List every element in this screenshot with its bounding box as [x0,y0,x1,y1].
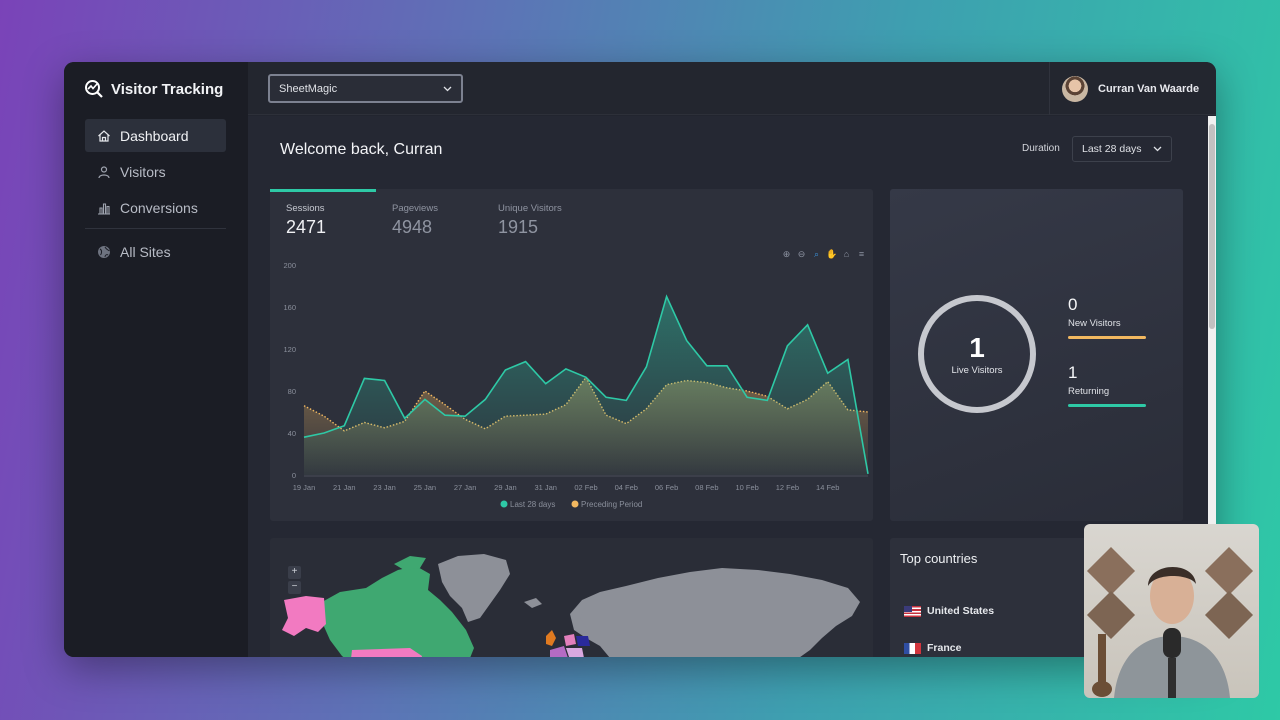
x-tick-label: 21 Jan [333,483,356,492]
globe-icon [98,245,110,258]
live-visitors-panel: 1 Live Visitors 0 New Visitors 1 Returni… [890,189,1183,521]
country-row[interactable]: United States [904,605,994,617]
user-menu[interactable]: Curran Van Waarde [1049,62,1216,115]
new-visitors-bar [1068,336,1146,339]
app-window: Visitor Tracking Dashboard Visitors Conv… [64,62,1216,657]
top-bar: SheetMagic Curran Van Waarde [248,62,1216,115]
series-area-last-28-days [304,296,868,475]
map-central-europe [566,648,584,657]
live-visitors-ring: 1 Live Visitors [918,295,1036,413]
world-map-panel: + − [270,538,873,657]
duration-value: Last 28 days [1082,143,1142,155]
x-tick-label: 23 Jan [373,483,396,492]
x-tick-label: 25 Jan [414,483,437,492]
bar-chart-icon [98,202,110,215]
presenter-video [1086,546,1254,698]
us-flag-icon [904,605,921,617]
map-poland [576,636,590,646]
avatar [1062,75,1088,102]
map-alaska [282,596,326,636]
brand-title: Visitor Tracking [111,80,224,98]
analytics-logo-icon [85,80,103,98]
legend-marker [500,500,508,508]
map-eurasia [570,568,860,657]
sidebar-item-label: Conversions [120,199,198,216]
country-name: France [927,642,962,654]
map-canadian-islands [394,556,426,570]
sidebar-item-dashboard[interactable]: Dashboard [85,119,226,152]
presenter-webcam-overlay [1084,524,1259,698]
legend-marker [571,500,579,508]
y-tick-label: 0 [292,471,296,480]
x-tick-label: 06 Feb [655,483,678,492]
map-zoom-out-button[interactable]: − [288,581,301,594]
world-map [282,554,860,657]
site-select[interactable]: SheetMagic [268,74,463,103]
x-tick-label: 10 Feb [735,483,758,492]
returning-visitors-stat: 1 Returning [1068,363,1146,407]
site-select-value: SheetMagic [279,82,338,95]
y-tick-label: 120 [283,345,296,354]
map-uk [546,630,556,646]
map-france [550,646,568,657]
brand[interactable]: Visitor Tracking [84,79,223,99]
new-visitors-stat: 0 New Visitors [1068,295,1146,339]
legend-label[interactable]: Last 28 days [510,500,555,509]
map-zoom-in-button[interactable]: + [288,566,301,579]
home-icon [98,129,110,142]
x-tick-label: 31 Jan [534,483,557,492]
returning-visitors-label: Returning [1068,386,1110,397]
user-name: Curran Van Waarde [1098,82,1200,95]
x-tick-label: 04 Feb [615,483,638,492]
returning-visitors-count: 1 [1068,363,1078,382]
sessions-area-chart: 0 40 80 120 160 200 19 Jan 21 Jan 23 Jan 25 Jan 2… [283,261,869,509]
chevron-down-icon [1153,146,1162,152]
scrollbar-thumb[interactable] [1209,124,1215,329]
map-germany [564,634,576,646]
x-tick-label: 02 Feb [574,483,597,492]
legend-label[interactable]: Preceding Period [581,500,642,509]
returning-visitors-bar [1068,404,1146,407]
sidebar-item-conversions[interactable]: Conversions [85,191,226,224]
y-tick-label: 80 [288,387,296,396]
top-countries-title: Top countries [900,551,978,566]
x-tick-label: 19 Jan [293,483,316,492]
duration-select[interactable]: Last 28 days [1072,136,1172,162]
fr-flag-icon [904,642,921,654]
x-tick-label: 08 Feb [695,483,718,492]
new-visitors-count: 0 [1068,295,1078,314]
live-visitors-label: Live Visitors [951,364,1003,376]
map-iceland [524,598,542,608]
y-tick-label: 160 [283,303,296,312]
user-icon [98,165,110,178]
new-visitors-label: New Visitors [1068,318,1121,329]
chevron-down-icon [443,86,452,91]
x-tick-label: 12 Feb [776,483,799,492]
sidebar-item-label: Dashboard [120,127,189,144]
x-tick-label: 14 Feb [816,483,839,492]
sidebar-item-label: Visitors [120,163,166,180]
country-name: United States [927,605,995,617]
x-tick-label: 27 Jan [454,483,477,492]
sidebar: Visitor Tracking Dashboard Visitors Conv… [64,62,248,657]
sidebar-item-all-sites[interactable]: All Sites [85,235,226,268]
sessions-chart-panel: Sessions 2471 Pageviews 4948 Unique Visi… [270,189,873,521]
y-tick-label: 40 [288,429,296,438]
page-title: Welcome back, Curran [280,141,443,158]
y-tick-label: 200 [283,261,296,270]
country-row[interactable]: France [904,642,961,654]
sidebar-item-visitors[interactable]: Visitors [85,155,226,188]
live-visitors-count: 1 [969,331,985,363]
sidebar-nav: Dashboard Visitors Conversions All Sites [85,119,226,271]
main-content: Welcome back, Curran Duration Last 28 da… [248,116,1208,657]
sidebar-item-label: All Sites [120,243,171,260]
x-tick-label: 29 Jan [494,483,517,492]
duration-label: Duration [1022,143,1060,154]
sidebar-divider [85,228,226,229]
